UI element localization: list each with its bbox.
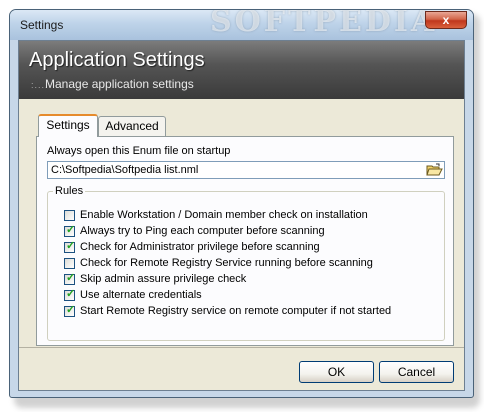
checkbox[interactable]: ✓ xyxy=(64,287,76,301)
banner-title: Application Settings xyxy=(29,49,205,71)
checkbox[interactable] xyxy=(64,257,75,269)
rule-remote-registry-check[interactable]: Check for Remote Registry Service runnin… xyxy=(64,257,373,271)
cancel-button[interactable]: Cancel xyxy=(379,361,454,383)
checkbox[interactable]: ✓ xyxy=(64,239,76,253)
open-folder-icon xyxy=(426,163,443,176)
checkmark-icon: ✓ xyxy=(66,287,76,300)
tab-advanced[interactable]: Advanced xyxy=(98,116,166,136)
close-icon: x xyxy=(442,13,450,27)
checkbox[interactable] xyxy=(64,209,75,221)
dialog-footer: OK Cancel xyxy=(19,347,464,390)
rules-group: Rules Enable Workstation / Domain member… xyxy=(47,185,445,341)
softpedia-watermark: SOFTPEDIA xyxy=(210,10,438,39)
rule-label: Enable Workstation / Domain member check… xyxy=(80,209,368,222)
tab-settings[interactable]: Settings xyxy=(38,114,98,137)
rule-label: Check for Remote Registry Service runnin… xyxy=(80,257,373,270)
rule-ping-before-scanning[interactable]: ✓ Always try to Ping each computer before… xyxy=(64,223,325,239)
rule-workstation-check[interactable]: Enable Workstation / Domain member check… xyxy=(64,209,368,223)
close-button[interactable]: x xyxy=(425,11,467,29)
window-title: Settings xyxy=(20,18,64,32)
client-area: Application Settings :.... Manage applic… xyxy=(18,40,465,391)
ok-button[interactable]: OK xyxy=(299,361,374,383)
tab-advanced-label: Advanced xyxy=(105,119,159,133)
checkmark-icon: ✓ xyxy=(66,239,76,252)
rule-label: Start Remote Registry service on remote … xyxy=(80,305,392,318)
rule-label: Skip admin assure privilege check xyxy=(80,273,247,286)
rule-alternate-credentials[interactable]: ✓ Use alternate credentials xyxy=(64,287,202,303)
startup-file-input[interactable] xyxy=(47,161,445,179)
startup-file-label: Always open this Enum file on startup xyxy=(47,145,231,157)
rule-start-remote-registry[interactable]: ✓ Start Remote Registry service on remote… xyxy=(64,303,392,319)
rule-skip-admin-assure[interactable]: ✓ Skip admin assure privilege check xyxy=(64,271,247,287)
rule-label: Use alternate credentials xyxy=(80,289,202,302)
banner-subtitle: Manage application settings xyxy=(45,77,194,91)
checkmark-icon: ✓ xyxy=(66,223,76,236)
rule-label: Check for Administrator privilege before… xyxy=(80,241,320,254)
title-bar[interactable]: SOFTPEDIA Settings x xyxy=(10,10,473,40)
settings-tab-panel: Always open this Enum file on startup Ru… xyxy=(36,136,454,346)
checkmark-icon: ✓ xyxy=(66,271,76,284)
browse-button[interactable] xyxy=(426,163,443,177)
header-banner: Application Settings :.... Manage applic… xyxy=(19,41,464,99)
rule-label: Always try to Ping each computer before … xyxy=(80,225,325,238)
checkbox[interactable]: ✓ xyxy=(64,303,76,317)
checkmark-icon: ✓ xyxy=(66,303,76,316)
checkbox[interactable]: ✓ xyxy=(64,271,76,285)
content-area: Settings Advanced Always open this Enum … xyxy=(19,99,464,347)
rule-admin-privilege[interactable]: ✓ Check for Administrator privilege befor… xyxy=(64,239,320,255)
rules-legend: Rules xyxy=(53,185,86,197)
checkbox[interactable]: ✓ xyxy=(64,223,76,237)
settings-window: SOFTPEDIA Settings x Application Setting… xyxy=(9,9,474,398)
tab-settings-label: Settings xyxy=(46,118,90,132)
